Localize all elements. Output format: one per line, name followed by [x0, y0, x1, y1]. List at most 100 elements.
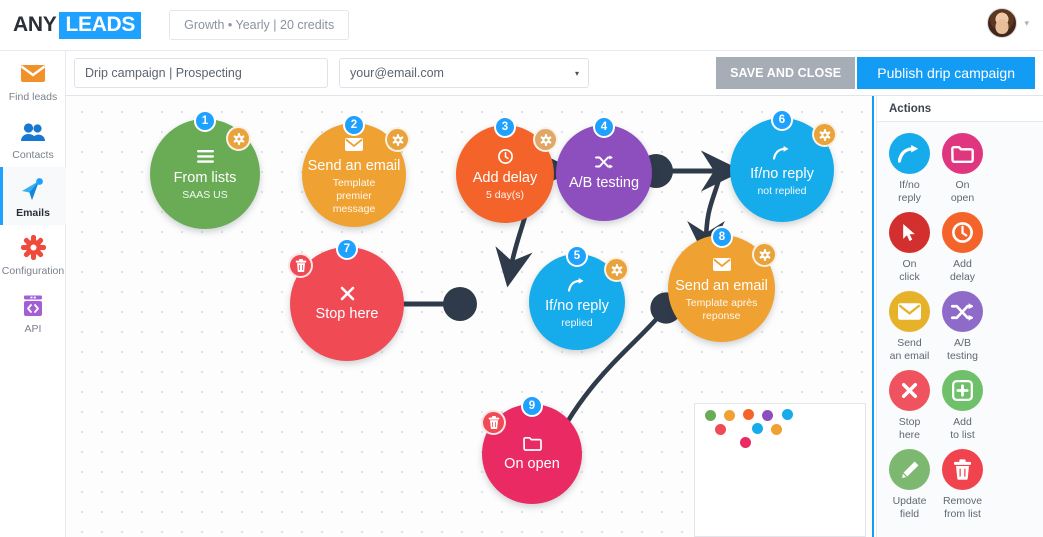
minimap-dot [743, 409, 754, 420]
flow-node-number: 7 [336, 238, 358, 260]
action-label: Add to list [950, 416, 975, 441]
flow-node-delete-icon[interactable] [288, 253, 313, 278]
sidebar-item-label: Emails [16, 206, 50, 219]
action-add-to-list[interactable]: Add to list [937, 370, 988, 442]
plan-badge[interactable]: Growth • Yearly | 20 credits [169, 10, 350, 40]
envelope-icon [889, 291, 930, 332]
clock-icon [497, 147, 513, 167]
flow-node-settings-icon[interactable] [752, 242, 777, 267]
envelope-icon [712, 255, 731, 275]
trash-icon [942, 449, 983, 490]
logo-leads: LEADS [59, 11, 142, 39]
campaign-builder-page: ANY LEADS Growth • Yearly | 20 credits ▾… [0, 0, 1043, 537]
left-sidebar: Find leads Contacts Emails Configuration… [0, 51, 66, 537]
code-icon [20, 294, 46, 318]
flow-node-title: A/B testing [568, 175, 640, 191]
action-on-click[interactable]: On click [884, 212, 935, 284]
actions-panel: Actions If/no reply On open On click Add… [876, 96, 1043, 537]
sidebar-item-api[interactable]: API [0, 283, 66, 341]
action-stop-here[interactable]: Stop here [884, 370, 935, 442]
minimap-dot [771, 424, 782, 435]
action-if-no-reply[interactable]: If/no reply [884, 133, 935, 205]
flow-node-number: 3 [494, 116, 516, 138]
flow-node-settings-icon[interactable] [226, 126, 251, 151]
canvas-minimap[interactable] [694, 403, 866, 537]
paper-plane-icon [20, 177, 46, 202]
flow-node-number: 5 [566, 245, 588, 267]
logo-any: ANY [13, 13, 57, 36]
logo[interactable]: ANY LEADS [13, 11, 142, 39]
flow-node-subtitle: replied [561, 316, 593, 329]
flow-node-title: Add delay [472, 169, 538, 186]
sidebar-item-label: Find leads [8, 90, 58, 103]
action-ab-testing[interactable]: A/B testing [937, 291, 988, 363]
sidebar-item-contacts[interactable]: Contacts [0, 109, 66, 167]
flow-node-settings-icon[interactable] [385, 127, 410, 152]
sidebar-item-label: API [24, 322, 42, 335]
sender-email-select[interactable]: your@email.com ▾ [339, 58, 589, 88]
action-label: On open [950, 179, 975, 204]
action-add-delay[interactable]: Add delay [937, 212, 988, 284]
folder-icon [522, 433, 542, 453]
avatar[interactable] [987, 8, 1018, 38]
campaign-name-input[interactable] [74, 58, 328, 88]
actions-grid: If/no reply On open On click Add delay S… [877, 122, 1043, 528]
folder-icon [942, 133, 983, 174]
minimap-dot [740, 437, 751, 448]
sender-email-value: your@email.com [350, 66, 444, 80]
clock-icon [942, 212, 983, 253]
action-on-open[interactable]: On open [937, 133, 988, 205]
arrow-curve-icon [568, 275, 586, 295]
envelope-icon [345, 135, 363, 155]
chevron-down-icon[interactable]: ▾ [575, 69, 579, 78]
flow-node-settings-icon[interactable] [533, 127, 558, 152]
minimap-dot [782, 409, 793, 420]
plus-icon [942, 370, 983, 411]
action-label: If/no reply [898, 179, 921, 204]
action-send-an-email[interactable]: Send an email [884, 291, 935, 363]
action-update-field[interactable]: Update field [884, 449, 935, 521]
flow-node-settings-icon[interactable] [812, 122, 837, 147]
flow-node-number: 6 [771, 109, 793, 131]
flow-node-subtitle: 5 day(s) [486, 188, 524, 201]
minimap-dot [762, 410, 773, 421]
save-and-close-button[interactable]: SAVE AND CLOSE [716, 57, 856, 89]
shuffle-icon [595, 152, 613, 172]
flow-node-title: Stop here [315, 306, 379, 322]
sidebar-item-find-leads[interactable]: Find leads [0, 51, 66, 109]
action-label: Stop here [898, 416, 921, 441]
flow-node-settings-icon[interactable] [604, 257, 629, 282]
action-label: A/B testing [947, 337, 978, 362]
flow-node-title: On open [504, 456, 560, 472]
minimap-dot [715, 424, 726, 435]
flow-node-delete-icon[interactable] [481, 410, 506, 435]
chevron-down-icon[interactable]: ▾ [1024, 18, 1029, 29]
sidebar-item-emails[interactable]: Emails [0, 167, 66, 225]
envelope-icon [20, 62, 46, 86]
flow-node-title: Send an email [675, 277, 768, 294]
flow-node-title: From lists [173, 169, 237, 186]
action-remove-from-list[interactable]: Remove from list [937, 449, 988, 521]
minimap-dot [724, 410, 735, 421]
flow-node-title: Send an email [307, 157, 401, 174]
flow-node-title: If/no reply [750, 165, 814, 182]
shuffle-icon [942, 291, 983, 332]
account-menu[interactable]: ▾ [987, 8, 1029, 38]
flow-node-ab-testing[interactable]: A/B testing [556, 125, 652, 221]
sidebar-item-configuration[interactable]: Configuration [0, 225, 66, 283]
flow-node-subtitle: Template après reponse [685, 296, 758, 322]
publish-campaign-button[interactable]: Publish drip campaign [857, 57, 1035, 89]
x-icon [889, 370, 930, 411]
arrow-curve-icon [889, 133, 930, 174]
minimap-dot [705, 410, 716, 421]
action-label: Remove from list [942, 495, 983, 520]
gear-icon [20, 235, 46, 260]
sidebar-item-label: Configuration [1, 264, 65, 277]
people-icon [20, 120, 46, 144]
cursor-icon [889, 212, 930, 253]
arrow-curve-icon [773, 143, 791, 163]
pencil-icon [889, 449, 930, 490]
flow-node-number: 1 [194, 110, 216, 132]
x-icon [340, 283, 355, 303]
flow-node-subtitle: SAAS US [182, 188, 228, 201]
